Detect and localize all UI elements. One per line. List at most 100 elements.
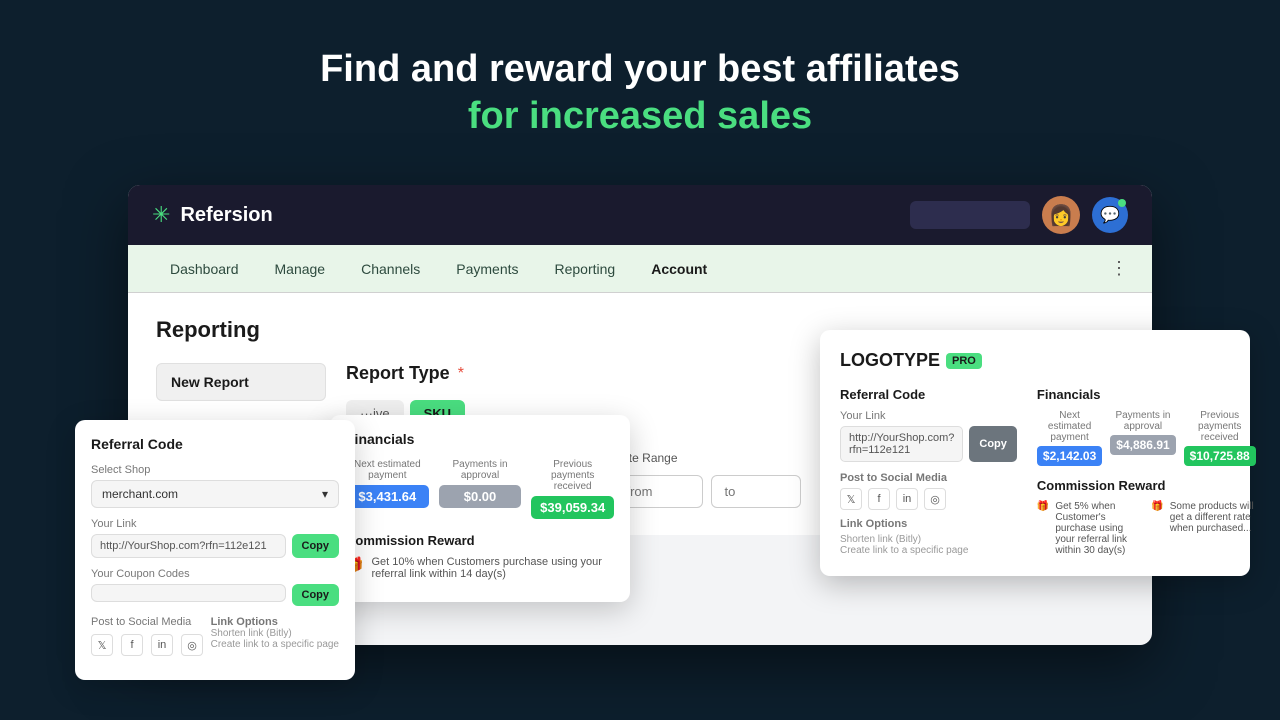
pro-approval-label: Payments in approval: [1110, 410, 1175, 432]
approval-value: $0.00: [439, 485, 522, 508]
next-payment-item: Next estimated payment $3,431.64: [346, 459, 429, 519]
pro-facebook-icon[interactable]: f: [868, 488, 890, 510]
app-header: ✳ Refersion 👩 💬: [128, 185, 1152, 245]
coupon-input[interactable]: [91, 584, 286, 602]
app-logo: ✳ Refersion: [152, 202, 273, 228]
search-bar[interactable]: [910, 201, 1030, 229]
card-referral-title: Referral Code: [91, 436, 339, 452]
app-nav: Dashboard Manage Channels Payments Repor…: [128, 245, 1152, 293]
twitter-icon[interactable]: 𝕏: [91, 634, 113, 656]
select-shop-label: Select Shop: [91, 464, 339, 476]
card-pro: LOGOTYPE PRO Referral Code Your Link htt…: [820, 330, 1250, 576]
shop-value: merchant.com: [102, 487, 178, 501]
pro-commission-item1: 🎁 Get 5% when Customer's purchase using …: [1037, 501, 1141, 556]
pro-referral-title: Referral Code: [840, 387, 1017, 402]
nav-channels[interactable]: Channels: [343, 245, 438, 293]
link-options-label: Link Options: [211, 616, 339, 628]
facebook-icon[interactable]: f: [121, 634, 143, 656]
nav-account[interactable]: Account: [633, 245, 725, 293]
pro-logo-text: LOGOTYPE: [840, 350, 940, 371]
logo-text: Refersion: [180, 204, 272, 227]
date-inputs: [613, 475, 801, 508]
copy-coupon-button[interactable]: Copy: [292, 584, 340, 606]
received-label: Previous payments received: [531, 459, 614, 492]
copy-link-button[interactable]: Copy: [292, 534, 340, 558]
link-row: http://YourShop.com?rfn=112e121 Copy: [91, 534, 339, 558]
pro-approval: Payments in approval $4,886.91: [1110, 410, 1175, 466]
nav-manage[interactable]: Manage: [257, 245, 344, 293]
required-star: *: [458, 365, 464, 383]
pro-gift-icon1: 🎁: [1037, 501, 1049, 512]
nav-more-dots[interactable]: ⋮: [1110, 258, 1128, 279]
coupon-row: Copy: [91, 584, 339, 606]
new-report-button[interactable]: New Report: [156, 363, 326, 401]
commission-text: Get 10% when Customers purchase using yo…: [371, 556, 614, 580]
coupon-section: Copy: [91, 584, 339, 606]
nav-reporting[interactable]: Reporting: [537, 245, 634, 293]
pro-financials-title: Financials: [1037, 387, 1256, 402]
pro-next-label: Next estimated payment: [1037, 410, 1102, 443]
date-range-label: Date Range: [613, 451, 801, 465]
link-input[interactable]: http://YourShop.com?rfn=112e121: [91, 534, 286, 558]
financials-title: Financials: [346, 431, 614, 447]
notification-dot: [1118, 199, 1126, 207]
pro-twitter-icon[interactable]: 𝕏: [840, 488, 862, 510]
pro-link-row: http://YourShop.com?rfn=112e121 Copy: [840, 426, 1017, 462]
report-type-label: Report Type: [346, 363, 450, 384]
next-payment-value: $3,431.64: [346, 485, 429, 508]
pro-content: Referral Code Your Link http://YourShop.…: [840, 387, 1230, 556]
approval-item: Payments in approval $0.00: [439, 459, 522, 519]
pro-received: Previous payments received $10,725.88: [1184, 410, 1256, 466]
pro-commission-text2: Some products will get a different rate …: [1170, 501, 1256, 534]
pro-fin-values: Next estimated payment $2,142.03 Payment…: [1037, 410, 1256, 466]
your-link-label: Your Link: [91, 518, 339, 530]
avatar[interactable]: 👩: [1042, 196, 1080, 234]
received-value: $39,059.34: [531, 496, 614, 519]
pro-badge: PRO: [946, 353, 982, 369]
financials-row: Next estimated payment $3,431.64 Payment…: [346, 459, 614, 519]
coupon-label: Your Coupon Codes: [91, 568, 339, 580]
hero-title-line2: for increased sales: [0, 95, 1280, 138]
pro-instagram-icon[interactable]: ◎: [924, 488, 946, 510]
received-item: Previous payments received $39,059.34: [531, 459, 614, 519]
instagram-icon[interactable]: ◎: [181, 634, 203, 656]
pro-commission-items: 🎁 Get 5% when Customer's purchase using …: [1037, 501, 1256, 556]
pro-left: Referral Code Your Link http://YourShop.…: [840, 387, 1017, 556]
date-to-input[interactable]: [711, 475, 801, 508]
post-social-label: Post to Social Media: [91, 616, 203, 628]
next-payment-label: Next estimated payment: [346, 459, 429, 481]
hero-title-line1: Find and reward your best affiliates: [0, 48, 1280, 91]
shop-select[interactable]: merchant.com ▾: [91, 480, 339, 508]
pro-received-label: Previous payments received: [1184, 410, 1256, 443]
pro-link-input[interactable]: http://YourShop.com?rfn=112e121: [840, 426, 963, 462]
pro-social-title: Post to Social Media: [840, 472, 1017, 484]
pro-link-opts-label: Link Options: [840, 518, 1017, 530]
pro-social-icons: 𝕏 f in ◎: [840, 488, 1017, 510]
nav-payments[interactable]: Payments: [438, 245, 536, 293]
notification-button[interactable]: 💬: [1092, 197, 1128, 233]
pro-next-value: $2,142.03: [1037, 446, 1102, 466]
social-icons: 𝕏 f in ◎: [91, 634, 203, 656]
pro-gift-icon2: 🎁: [1151, 501, 1163, 512]
pro-link-opts-sub2: Create link to a specific page: [840, 545, 1017, 556]
linkedin-icon[interactable]: in: [151, 634, 173, 656]
shop-chevron: ▾: [322, 487, 328, 501]
date-range-group: Date Range: [613, 451, 801, 508]
header-right: 👩 💬: [910, 196, 1128, 234]
nav-dashboard[interactable]: Dashboard: [152, 245, 257, 293]
pro-approval-value: $4,886.91: [1110, 435, 1175, 455]
pro-link-opts-sub1: Shorten link (Bitly): [840, 534, 1017, 545]
card-referral: Referral Code Select Shop merchant.com ▾…: [75, 420, 355, 680]
pro-linkedin-icon[interactable]: in: [896, 488, 918, 510]
pro-received-value: $10,725.88: [1184, 446, 1256, 466]
commission-title: Commission Reward: [346, 533, 614, 548]
approval-label: Payments in approval: [439, 459, 522, 481]
link-options-sub1: Shorten link (Bitly): [211, 628, 339, 639]
pro-commission-item2: 🎁 Some products will get a different rat…: [1151, 501, 1255, 556]
pro-link-label: Your Link: [840, 410, 1017, 422]
commission-item: 🎁 Get 10% when Customers purchase using …: [346, 556, 614, 580]
card-financials: Financials Next estimated payment $3,431…: [330, 415, 630, 602]
pro-commission-text1: Get 5% when Customer's purchase using yo…: [1055, 501, 1141, 556]
pro-copy-button[interactable]: Copy: [969, 426, 1017, 462]
pro-right: Financials Next estimated payment $2,142…: [1037, 387, 1256, 556]
